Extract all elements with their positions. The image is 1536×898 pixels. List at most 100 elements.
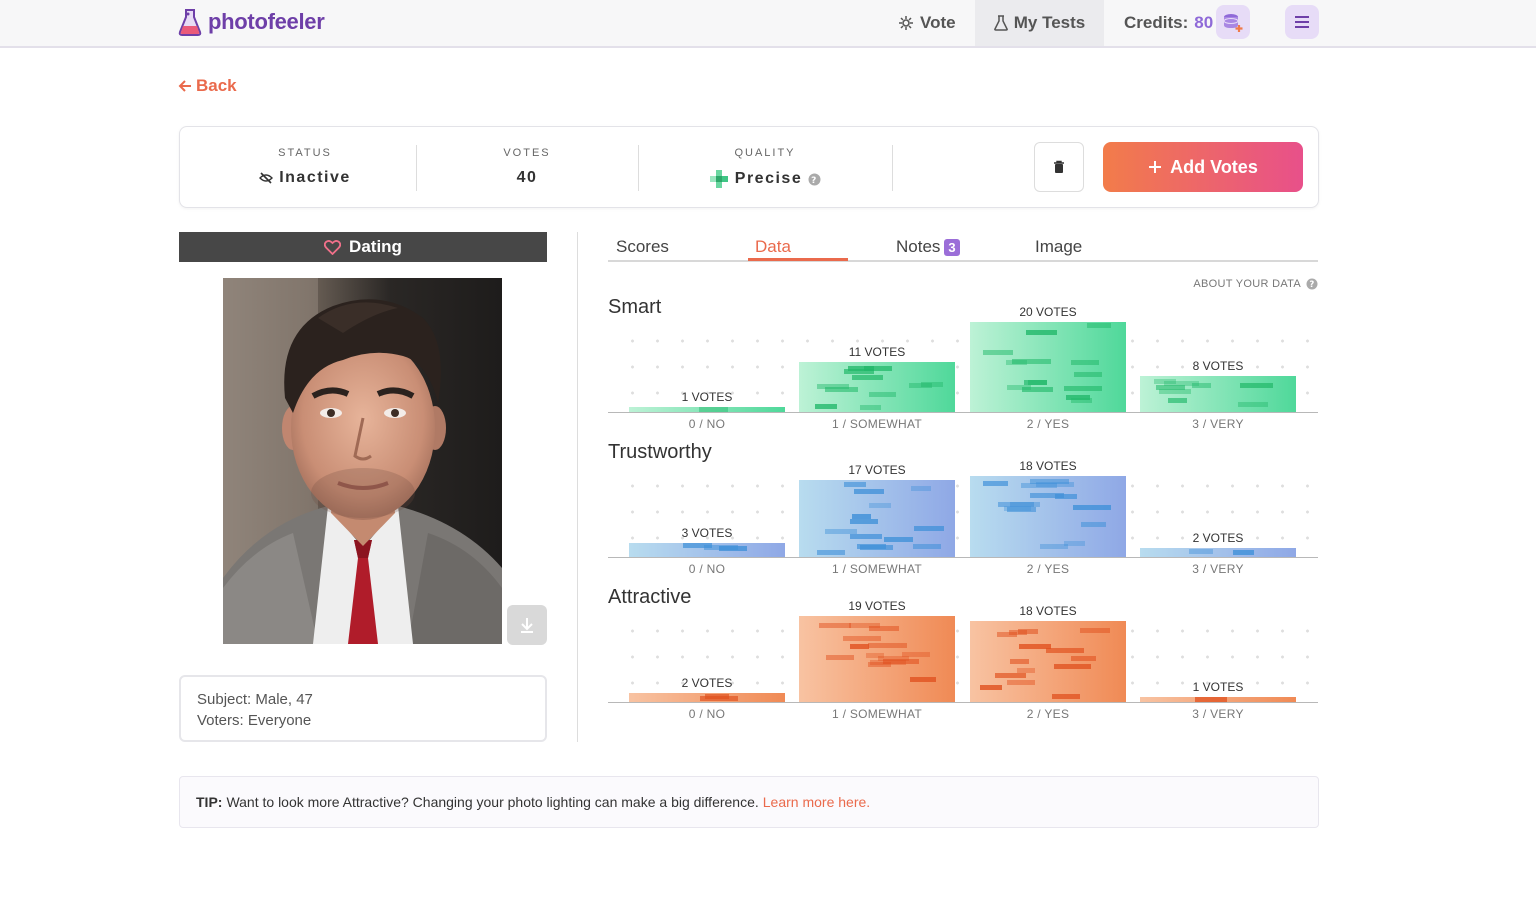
delete-test-button[interactable] <box>1034 142 1084 192</box>
learn-more-link[interactable]: Learn more here. <box>763 794 870 810</box>
subject-text: Subject: Male, 47 <box>197 691 313 708</box>
quality-value: Precise <box>734 170 803 187</box>
credits-display: Credits: 80 <box>1124 0 1213 46</box>
trustworthy-bar-0[interactable] <box>629 543 785 557</box>
vote-stripe <box>848 366 874 371</box>
help-icon: ? <box>1306 278 1318 290</box>
heart-icon <box>324 239 342 255</box>
arrow-left-icon <box>178 80 191 92</box>
vote-stripe <box>1007 680 1035 685</box>
credits-label: Credits: <box>1124 13 1189 32</box>
vote-stripe <box>704 545 738 550</box>
votes-value: 40 <box>516 169 538 186</box>
back-label: Back <box>196 76 237 95</box>
vote-stripe <box>849 623 880 628</box>
vote-stripe <box>843 636 881 641</box>
nav-my-tests[interactable]: My Tests <box>975 0 1104 46</box>
vote-stripe <box>910 677 936 682</box>
vote-stripe <box>1007 385 1031 390</box>
tab-scores-label: Scores <box>616 237 669 256</box>
vote-stripe <box>817 550 845 555</box>
vote-stripe <box>699 407 728 412</box>
tab-notes[interactable]: Notes 3 <box>896 234 960 260</box>
help-icon[interactable]: ? <box>808 173 821 186</box>
vote-stripe <box>1164 381 1199 386</box>
trustworthy-bar-2[interactable] <box>970 476 1126 557</box>
tip-banner: TIP: Want to look more Attractive? Chang… <box>179 776 1319 828</box>
add-votes-button[interactable]: Add Votes <box>1103 142 1303 192</box>
about-your-data-link[interactable]: ABOUT YOUR DATA ? <box>1150 278 1318 290</box>
vote-stripe <box>1064 386 1102 391</box>
attractive-bar-2[interactable] <box>970 621 1126 702</box>
vote-stripe <box>909 383 932 388</box>
attractive-category-label-1: 1 / SOMEWHAT <box>831 707 923 721</box>
vote-stripe <box>997 632 1017 637</box>
vote-stripe <box>983 350 1013 355</box>
attractive-category-label-0: 0 / NO <box>688 707 726 721</box>
vote-stripe <box>825 387 858 392</box>
vote-stripe <box>1159 389 1191 394</box>
vote-stripe <box>826 655 854 660</box>
trash-icon <box>1054 160 1064 173</box>
tab-image[interactable]: Image <box>1035 234 1082 260</box>
vote-stripe <box>1054 664 1091 669</box>
vote-stripe <box>1024 380 1047 385</box>
vote-stripe <box>1026 330 1057 335</box>
category-label: Dating <box>349 237 402 256</box>
menu-button[interactable] <box>1285 5 1319 39</box>
vote-stripe <box>868 662 891 667</box>
trustworthy-bar-label-1: 17 VOTES <box>848 463 906 477</box>
vote-stripe <box>852 514 871 519</box>
status-stat: STATUS Inactive <box>190 127 420 209</box>
panel-divider <box>577 232 578 742</box>
attractive-bar-label-3: 1 VOTES <box>1192 680 1244 694</box>
voters-text: Voters: Everyone <box>197 712 312 729</box>
download-photo-button[interactable] <box>507 605 547 645</box>
smart-chart-title: Smart <box>608 296 662 318</box>
smart-category-label-1: 1 / SOMEWHAT <box>831 417 923 431</box>
vote-stripe <box>860 405 881 410</box>
smart-category-label-0: 0 / NO <box>688 417 726 431</box>
download-icon <box>521 618 533 633</box>
vote-stripe <box>980 685 1002 690</box>
smart-bar-label-1: 11 VOTES <box>848 345 906 359</box>
logo[interactable]: photofeeler <box>178 7 325 37</box>
about-data-label: ABOUT YOUR DATA <box>1193 278 1301 290</box>
attractive-bar-1[interactable] <box>799 616 955 702</box>
vote-icon <box>899 16 913 30</box>
trustworthy-bar-label-2: 18 VOTES <box>1019 459 1077 473</box>
trustworthy-baseline <box>608 557 1318 558</box>
tip-text: Want to look more Attractive? Changing y… <box>226 794 759 810</box>
nav-vote[interactable]: Vote <box>898 0 968 46</box>
vote-stripe <box>815 404 837 409</box>
smart-bar-2[interactable] <box>970 322 1126 412</box>
smart-bar-1[interactable] <box>799 362 955 412</box>
vote-stripe <box>884 537 913 542</box>
vote-stripe <box>913 544 941 549</box>
test-category-banner: Dating <box>179 232 547 262</box>
trustworthy-bar-3[interactable] <box>1140 548 1296 557</box>
trustworthy-bar-1[interactable] <box>799 480 955 557</box>
beaker-icon <box>993 15 1008 31</box>
vote-stripe <box>1073 505 1111 510</box>
vote-stripe <box>852 375 883 380</box>
test-status-card: STATUS Inactive VOTES 40 QUALITY Precise <box>179 126 1319 208</box>
buy-credits-button[interactable] <box>1216 5 1250 39</box>
smart-bar-label-0: 1 VOTES <box>681 390 733 404</box>
attractive-bar-3[interactable] <box>1140 697 1296 702</box>
smart-bar-0[interactable] <box>629 407 785 412</box>
attractive-bar-label-0: 2 VOTES <box>681 676 733 690</box>
tab-data[interactable]: Data <box>755 234 791 260</box>
vote-stripe <box>825 529 857 534</box>
back-link[interactable]: Back <box>178 76 237 96</box>
smart-bar-3[interactable] <box>1140 376 1296 412</box>
vote-stripe <box>868 643 907 648</box>
tab-scores[interactable]: Scores <box>616 234 669 260</box>
trustworthy-chart-title: Trustworthy <box>608 441 712 463</box>
attractive-bar-0[interactable] <box>629 693 785 702</box>
vote-stripe <box>1071 398 1092 403</box>
vote-stripe <box>1240 383 1273 388</box>
smart-category-label-3: 3 / VERY <box>1192 417 1244 431</box>
attractive-chart-title: Attractive <box>608 586 692 608</box>
divider <box>892 145 893 191</box>
